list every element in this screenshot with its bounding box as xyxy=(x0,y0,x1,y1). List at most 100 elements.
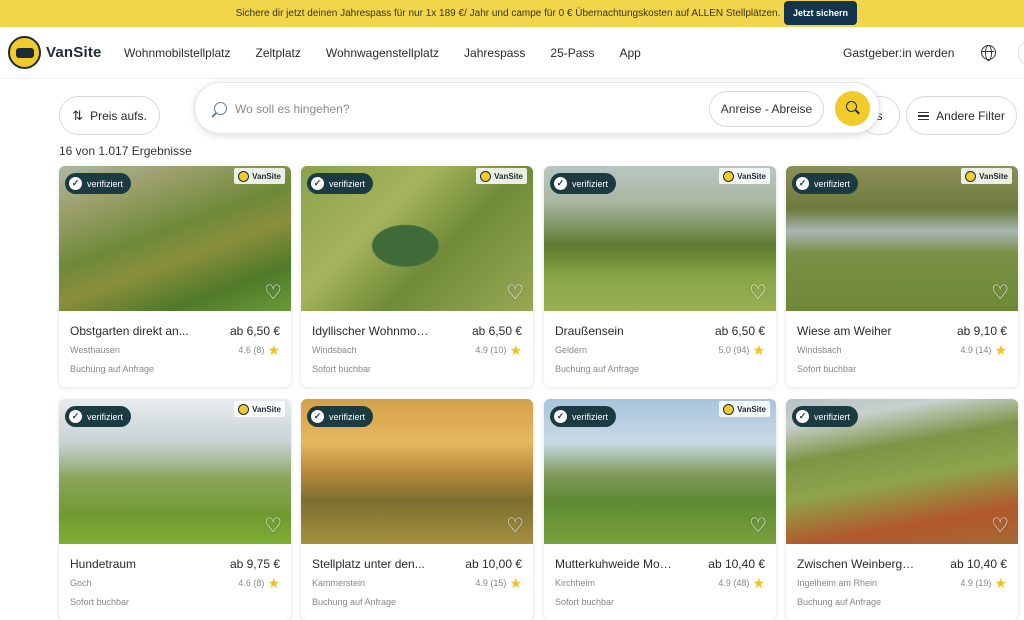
heart-icon[interactable]: ♡ xyxy=(749,283,767,303)
user-menu-button[interactable] xyxy=(1018,39,1024,67)
booking-type: Sofort buchbar xyxy=(555,597,615,607)
heart-icon[interactable]: ♡ xyxy=(506,283,524,303)
star-icon: ★ xyxy=(994,342,1007,358)
booking-type: Sofort buchbar xyxy=(797,364,857,374)
verified-label: verifiziert xyxy=(329,178,366,189)
brand-watermark: VanSite xyxy=(961,168,1012,184)
listing-title: Wiese am Weiher xyxy=(797,324,892,338)
heart-icon[interactable]: ♡ xyxy=(506,516,524,536)
check-icon: ✓ xyxy=(796,177,809,190)
verified-badge: ✓ verifiziert xyxy=(307,406,374,427)
search-bar: Anreise - Abreise xyxy=(194,82,880,134)
verified-label: verifiziert xyxy=(87,178,124,189)
search-submit-button[interactable] xyxy=(835,91,870,126)
listing-card[interactable]: ✓ verifiziert VanSite ♡ Draußensein ab 6,… xyxy=(544,166,776,387)
listing-rating: 4.9 (14) ★ xyxy=(960,342,1007,358)
listing-rating: 4.9 (10) ★ xyxy=(475,343,522,357)
promo-text: Sichere dir jetzt deinen Jahrespass für … xyxy=(235,8,781,19)
heart-icon[interactable]: ♡ xyxy=(991,283,1009,303)
nav-link-zeltplatz[interactable]: Zeltplatz xyxy=(256,46,301,60)
listing-location: Windsbach xyxy=(797,345,842,355)
become-host-link[interactable]: Gastgeber:in werden xyxy=(843,46,954,60)
star-icon: ★ xyxy=(994,575,1007,591)
booking-type: Sofort buchbar xyxy=(70,597,130,607)
brand-watermark: VanSite xyxy=(234,401,285,417)
listing-card[interactable]: ✓ verifiziert ♡ Stellplatz unter den... a… xyxy=(301,399,533,620)
nav-link-app[interactable]: App xyxy=(619,46,640,60)
booking-type: Sofort buchbar xyxy=(312,364,372,374)
listing-location: Ingelheim am Rhein xyxy=(797,578,878,588)
date-range-button[interactable]: Anreise - Abreise xyxy=(709,91,824,127)
listing-price: ab 9,10 € xyxy=(956,324,1007,338)
listing-location: Goch xyxy=(70,578,92,588)
sort-button[interactable]: ⇅ Preis aufs. xyxy=(59,96,160,135)
rating-value: 4.9 (10) xyxy=(475,345,507,355)
heart-icon[interactable]: ♡ xyxy=(749,516,767,536)
listing-location: Kammerstein xyxy=(312,578,366,588)
brand-name: VanSite xyxy=(46,44,102,61)
listing-title: Zwischen Weinbergen ... xyxy=(797,557,917,571)
promo-cta-button[interactable]: Jetzt sichern xyxy=(784,1,858,25)
listing-title: Obstgarten direkt an... xyxy=(70,324,189,338)
filter-sliders-icon xyxy=(918,111,930,121)
sort-label: Preis aufs. xyxy=(90,108,147,123)
listing-price: ab 6,50 € xyxy=(714,324,765,338)
brand-logo[interactable]: VanSite xyxy=(8,36,102,69)
heart-icon[interactable]: ♡ xyxy=(264,283,282,303)
listing-price: ab 10,40 € xyxy=(708,557,765,571)
nav-link-25-pass[interactable]: 25-Pass xyxy=(550,46,594,60)
check-icon: ✓ xyxy=(311,410,324,423)
results-count: 16 von 1.017 Ergebnisse xyxy=(59,144,192,158)
listing-price: ab 10,40 € xyxy=(950,557,1007,571)
sort-arrows-icon: ⇅ xyxy=(72,107,84,123)
verified-badge: ✓ verifiziert xyxy=(550,173,617,194)
listing-card[interactable]: ✓ verifiziert VanSite ♡ Obstgarten direkt… xyxy=(59,166,291,387)
check-icon: ✓ xyxy=(554,410,567,423)
listing-title: Hundetraum xyxy=(70,557,137,571)
listing-location: Kirchheim xyxy=(555,578,596,588)
heart-icon[interactable]: ♡ xyxy=(264,516,282,536)
brand-watermark: VanSite xyxy=(234,168,285,184)
listing-location: Westhausen xyxy=(70,345,120,355)
nav-link-jahrespass[interactable]: Jahrespass xyxy=(464,46,525,60)
star-icon: ★ xyxy=(267,342,280,358)
verified-badge: ✓ verifiziert xyxy=(65,406,132,427)
listing-rating: 4.9 (19) ★ xyxy=(960,575,1007,591)
listing-price: ab 9,75 € xyxy=(229,557,280,571)
listing-card[interactable]: ✓ verifiziert VanSite ♡ Idyllischer Wohnm… xyxy=(301,166,533,387)
listing-rating: 4.9 (15) ★ xyxy=(475,576,522,590)
listing-card[interactable]: ✓ verifiziert VanSite ♡ Hundetraum ab 9,7… xyxy=(59,399,291,620)
van-logo-icon xyxy=(8,36,41,69)
listing-rating: 5.0 (94) ★ xyxy=(718,342,765,358)
listing-rating: 4.6 (8) ★ xyxy=(238,342,280,358)
verified-badge: ✓ verifiziert xyxy=(307,173,374,194)
listing-price: ab 10,00 € xyxy=(465,557,522,571)
nav-links: Wohnmobilstellplatz Zeltplatz Wohnwagens… xyxy=(124,27,666,79)
other-filters-button[interactable]: Andere Filter xyxy=(906,96,1017,135)
listing-card[interactable]: ✓ verifiziert VanSite ♡ Mutterkuhweide Mo… xyxy=(544,399,776,620)
nav-link-wohnmobilstellplatz[interactable]: Wohnmobilstellplatz xyxy=(124,46,231,60)
rating-value: 4.6 (8) xyxy=(238,345,265,355)
listing-card[interactable]: ✓ verifiziert VanSite ♡ Wiese am Weiher a… xyxy=(786,166,1018,387)
check-icon: ✓ xyxy=(69,177,82,190)
listing-price: ab 6,50 € xyxy=(471,324,522,338)
booking-type: Buchung auf Anfrage xyxy=(70,364,155,374)
listing-rating: 4.6 (8) ★ xyxy=(238,576,280,590)
search-input[interactable] xyxy=(235,98,655,120)
nav-link-wohnwagenstellplatz[interactable]: Wohnwagenstellplatz xyxy=(326,46,439,60)
heart-icon[interactable]: ♡ xyxy=(991,516,1009,536)
brand-watermark: VanSite xyxy=(719,401,770,417)
rating-value: 4.6 (8) xyxy=(238,578,265,588)
verified-badge: ✓ verifiziert xyxy=(792,406,859,427)
listing-card[interactable]: ✓ verifiziert ♡ Zwischen Weinbergen ... a… xyxy=(786,399,1018,620)
verified-label: verifiziert xyxy=(814,178,851,189)
verified-badge: ✓ verifiziert xyxy=(550,406,617,427)
check-icon: ✓ xyxy=(554,177,567,190)
search-icon xyxy=(214,102,227,115)
check-icon: ✓ xyxy=(796,410,809,423)
check-icon: ✓ xyxy=(69,410,82,423)
globe-icon[interactable] xyxy=(981,45,996,61)
star-icon: ★ xyxy=(752,342,765,358)
search-submit-icon xyxy=(846,101,857,112)
listing-location: Windsbach xyxy=(312,345,357,355)
